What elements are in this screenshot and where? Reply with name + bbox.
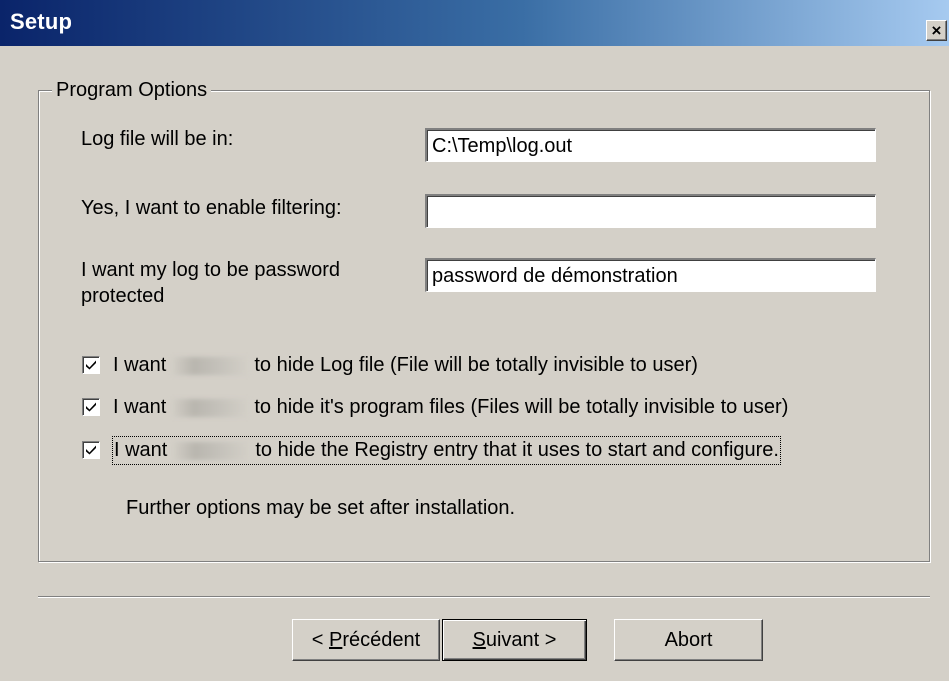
back-button-accesskey: P — [329, 628, 343, 651]
password-input[interactable] — [425, 258, 876, 292]
log-file-input[interactable] — [425, 128, 876, 162]
password-label-line2: protected — [81, 285, 165, 307]
checkmark-icon — [86, 402, 96, 412]
further-options-note: Further options may be set after install… — [126, 497, 516, 519]
back-button[interactable]: < Précédent — [292, 619, 440, 661]
separator — [38, 596, 930, 598]
close-button[interactable]: × — [926, 20, 947, 41]
redacted-name — [171, 441, 252, 460]
abort-button-label: Abort — [664, 628, 713, 651]
group-legend: Program Options — [52, 79, 212, 102]
hide-program-files-prefix: I want — [113, 396, 167, 418]
hide-log-checkbox[interactable] — [82, 356, 100, 374]
filtering-input[interactable] — [425, 194, 876, 228]
next-button-accesskey: S — [472, 628, 486, 651]
log-file-label: Log file will be in: — [81, 128, 234, 150]
hide-program-files-checkbox[interactable] — [82, 398, 100, 416]
redacted-name — [170, 398, 251, 417]
redacted-name — [170, 356, 251, 375]
checkmark-icon — [86, 360, 96, 370]
hide-registry-label[interactable]: I want to hide the Registry entry that it… — [112, 436, 781, 465]
abort-button[interactable]: Abort — [614, 619, 763, 661]
back-button-rest: récédent — [342, 628, 421, 651]
hide-log-prefix: I want — [113, 354, 167, 376]
back-button-prefix: < — [311, 628, 330, 651]
hide-program-files-label[interactable]: I want to hide it's program files (Files … — [113, 395, 788, 420]
hide-registry-checkbox[interactable] — [82, 441, 100, 459]
hide-log-suffix: to hide Log file (File will be totally i… — [254, 354, 698, 376]
next-button-rest: uivant > — [485, 628, 557, 651]
hide-registry-suffix: to hide the Registry entry that it uses … — [255, 439, 779, 461]
hide-registry-prefix: I want — [114, 439, 168, 461]
hide-program-files-suffix: to hide it's program files (Files will b… — [254, 396, 789, 418]
close-icon: × — [931, 21, 942, 40]
password-label-line1: I want my log to be password — [81, 259, 341, 281]
title-bar: Setup × — [0, 0, 949, 46]
next-button[interactable]: Suivant > — [442, 619, 587, 661]
checkmark-icon — [86, 445, 96, 455]
hide-log-label[interactable]: I want to hide Log file (File will be tot… — [113, 353, 698, 378]
window-title: Setup — [10, 9, 73, 34]
filtering-label: Yes, I want to enable filtering: — [81, 197, 342, 219]
